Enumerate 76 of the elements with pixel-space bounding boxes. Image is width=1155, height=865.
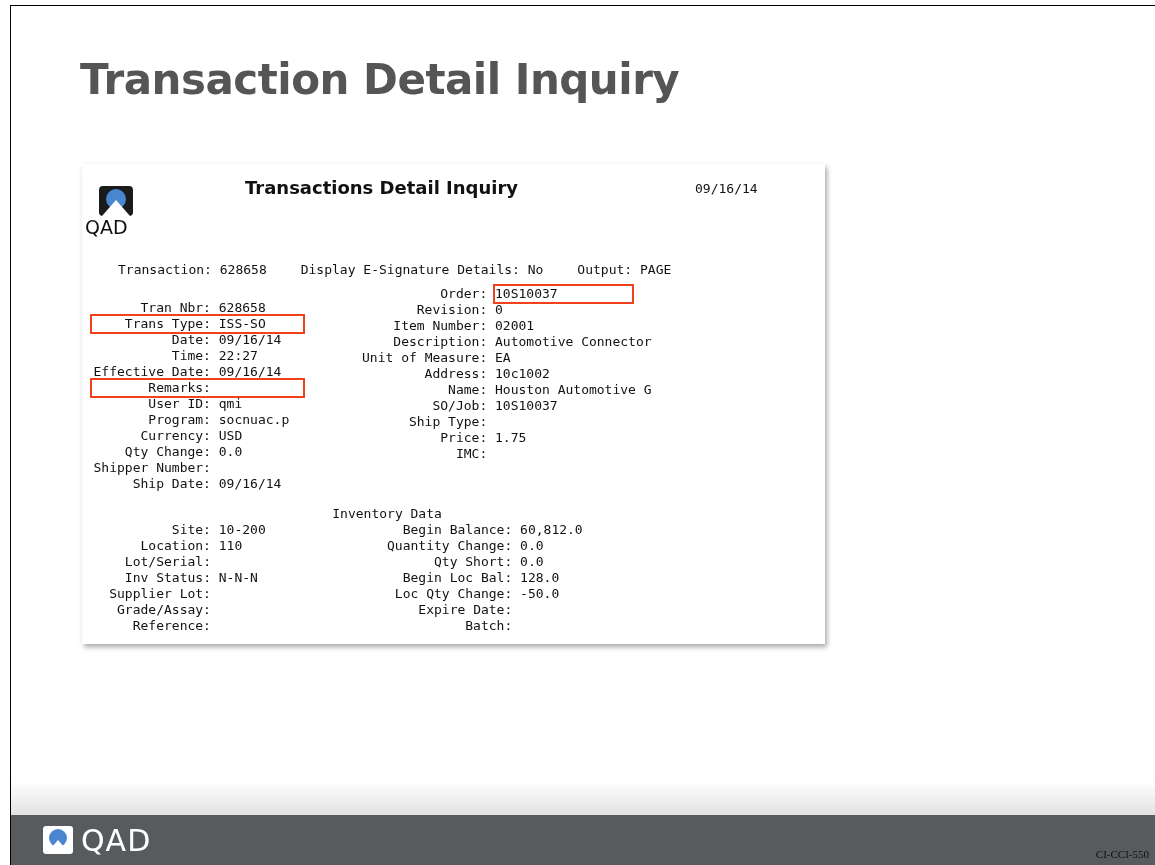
field-value: 22:27	[218, 348, 258, 364]
field-value: 60,812.0	[520, 522, 583, 538]
field-value: 09/16/14	[218, 476, 282, 492]
field-label: Qty Change:	[123, 444, 211, 460]
field-label: Reference:	[131, 618, 211, 634]
field-value: 0	[495, 302, 503, 318]
field-value: ISS-SO	[218, 316, 266, 332]
slide-title: Transaction Detail Inquiry	[80, 54, 680, 106]
field-label: Ship Date:	[131, 476, 211, 492]
field-label: Shipper Number:	[92, 460, 211, 476]
field-label: Revision:	[415, 302, 488, 318]
field-label: Time:	[170, 348, 211, 364]
field-value: 10S10037	[495, 398, 558, 414]
field-value: 0.0	[520, 538, 544, 554]
field-label: Price:	[439, 430, 488, 446]
field-label: Expire Date:	[417, 602, 513, 618]
field-value: 0.0	[520, 554, 544, 570]
field-label: Grade/Assay:	[116, 602, 211, 618]
field-label: IMC:	[454, 446, 488, 462]
field-label: Begin Balance:	[401, 522, 513, 538]
logo-wordmark: QAD	[81, 822, 152, 858]
field-label: Description:	[392, 334, 488, 350]
field-label: Loc Qty Change:	[393, 586, 513, 602]
header-field: Display E-Signature Details: No	[300, 262, 544, 286]
field-value: Houston Automotive G	[495, 382, 652, 398]
field-value: 0.0	[218, 444, 243, 460]
field-label: Supplier Lot:	[108, 586, 211, 602]
report-title: Transactions Detail Inquiry	[245, 176, 520, 200]
field-label: Begin Loc Bal:	[401, 570, 513, 586]
field-label: Location:	[139, 538, 211, 554]
field-value: socnuac.p	[218, 412, 290, 428]
logo-wordmark: QAD	[85, 216, 128, 238]
field-value: 09/16/14	[218, 364, 282, 380]
field-label: Currency:	[139, 428, 211, 444]
field-label: Address:	[423, 366, 488, 382]
field-value: Automotive Connector	[495, 334, 652, 350]
logo-icon	[43, 826, 73, 854]
field-label: User ID:	[147, 396, 211, 412]
field-label: Remarks:	[147, 380, 211, 396]
section-heading: Inventory Data	[332, 506, 442, 522]
field-value: 628658	[218, 300, 266, 316]
field-label: Program:	[147, 412, 211, 428]
field-label: Effective Date:	[92, 364, 211, 380]
field-label: Tran Nbr:	[139, 300, 211, 316]
field-value: N-N-N	[218, 570, 258, 586]
field-label: Date:	[170, 332, 211, 348]
field-value: 1.75	[495, 430, 527, 446]
logo-icon	[99, 186, 133, 216]
field-value: USD	[218, 428, 243, 444]
header-field: Transaction: 628658	[118, 262, 267, 286]
highlighted-value: 10S10037	[493, 284, 634, 304]
field-label: Site:	[170, 522, 211, 538]
field-label: Trans Type:	[123, 316, 211, 332]
field-label: Batch:	[464, 618, 513, 634]
field-label: Qty Short:	[433, 554, 513, 570]
header-field: Output: PAGE	[577, 262, 672, 286]
field-label: Quantity Change:	[387, 538, 513, 554]
field-value: 02001	[495, 318, 535, 334]
field-label: SO/Job:	[431, 398, 488, 414]
field-label: Lot/Serial:	[123, 554, 211, 570]
field-label: Order:	[439, 286, 488, 302]
field-value: 10c1002	[495, 366, 550, 382]
field-label: Inv Status:	[123, 570, 211, 586]
field-value: -50.0	[520, 586, 560, 602]
field-value: 10-200	[218, 522, 266, 538]
field-label: Unit of Measure:	[362, 350, 488, 366]
field-value: qmi	[218, 396, 243, 412]
slide-code: CI-CCI-550	[1095, 848, 1149, 860]
field-label: Item Number:	[392, 318, 488, 334]
field-value: 128.0	[520, 570, 560, 586]
field-value: 09/16/14	[218, 332, 282, 348]
field-label: Ship Type:	[407, 414, 488, 430]
field-value: 110	[218, 538, 243, 554]
report-date: 09/16/14	[695, 180, 758, 198]
field-value: EA	[495, 350, 511, 366]
field-label: Name:	[447, 382, 488, 398]
